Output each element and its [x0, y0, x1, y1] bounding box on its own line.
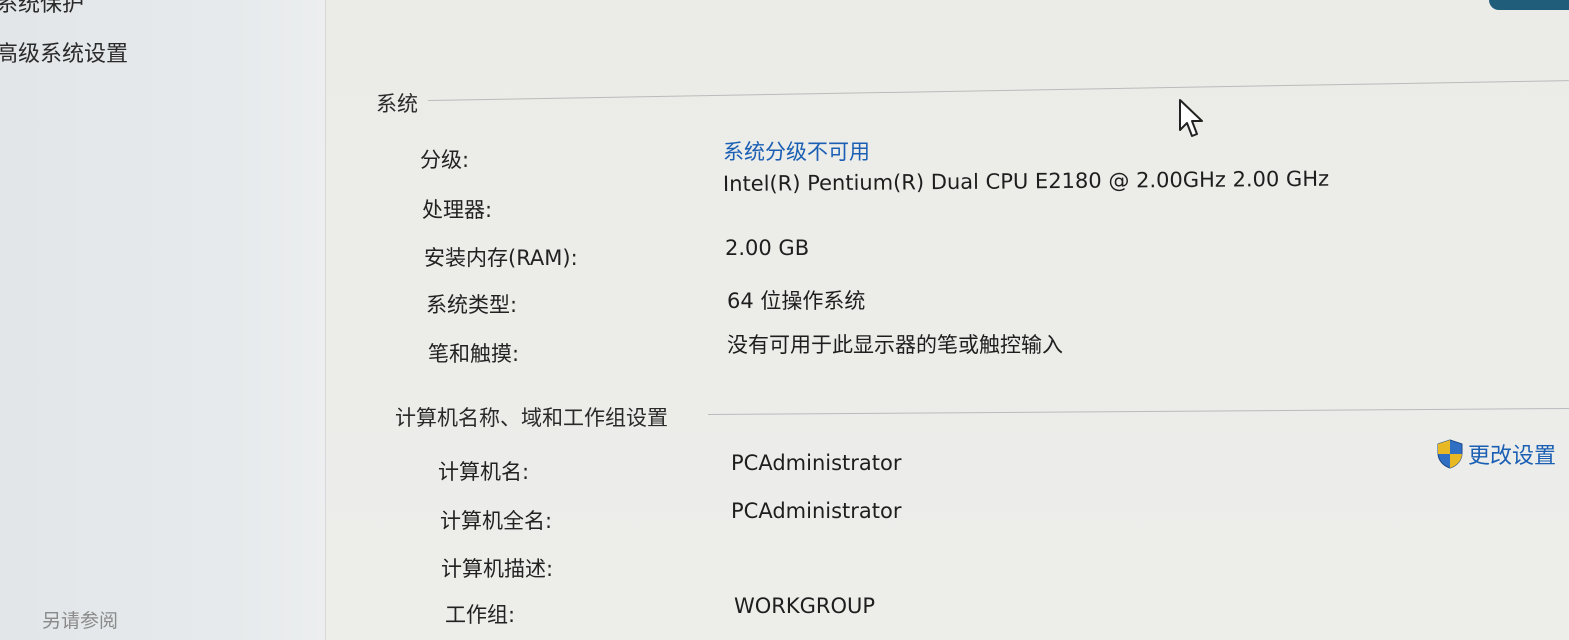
rating-label: 分级: [420, 148, 470, 172]
full-computer-name-label: 计算机全名: [440, 509, 553, 533]
see-also-heading: 另请参阅 [42, 610, 119, 632]
window-accent [1489, 0, 1569, 10]
workgroup-label: 工作组: [445, 603, 516, 627]
installed-ram-label: 安装内存(RAM): [424, 246, 578, 270]
mouse-pointer-icon [1179, 99, 1203, 137]
full-computer-name-value: PCAdministrator [731, 499, 902, 523]
change-settings-label: 更改设置 [1468, 444, 1557, 469]
rating-value-link[interactable]: 系统分级不可用 [723, 136, 870, 166]
system-info-panel [326, 0, 1569, 640]
advanced-system-settings-link[interactable]: 高级系统设置 [0, 36, 128, 68]
installed-ram-value: 2.00 GB [725, 236, 810, 260]
system-section-title: 系统 [376, 92, 418, 116]
uac-shield-icon [1437, 439, 1463, 469]
computer-name-section-title: 计算机名称、域和工作组设置 [395, 406, 668, 430]
change-settings-link[interactable]: 更改设置 [1436, 438, 1556, 470]
computer-name-value: PCAdministrator [731, 451, 902, 475]
workgroup-value: WORKGROUP [734, 594, 876, 618]
pen-touch-label: 笔和触摸: [428, 342, 520, 366]
system-protection-link[interactable]: 系统保护 [0, 0, 84, 18]
processor-label: 处理器: [422, 198, 493, 222]
system-type-value: 64 位操作系统 [727, 289, 866, 313]
computer-description-label: 计算机描述: [441, 557, 554, 581]
pen-touch-value: 没有可用于此显示器的笔或触控输入 [727, 333, 1063, 357]
system-type-label: 系统类型: [426, 293, 518, 317]
computer-name-label: 计算机名: [438, 460, 530, 484]
left-navigation-pane: 系统保护 高级系统设置 另请参阅 [0, 0, 326, 640]
